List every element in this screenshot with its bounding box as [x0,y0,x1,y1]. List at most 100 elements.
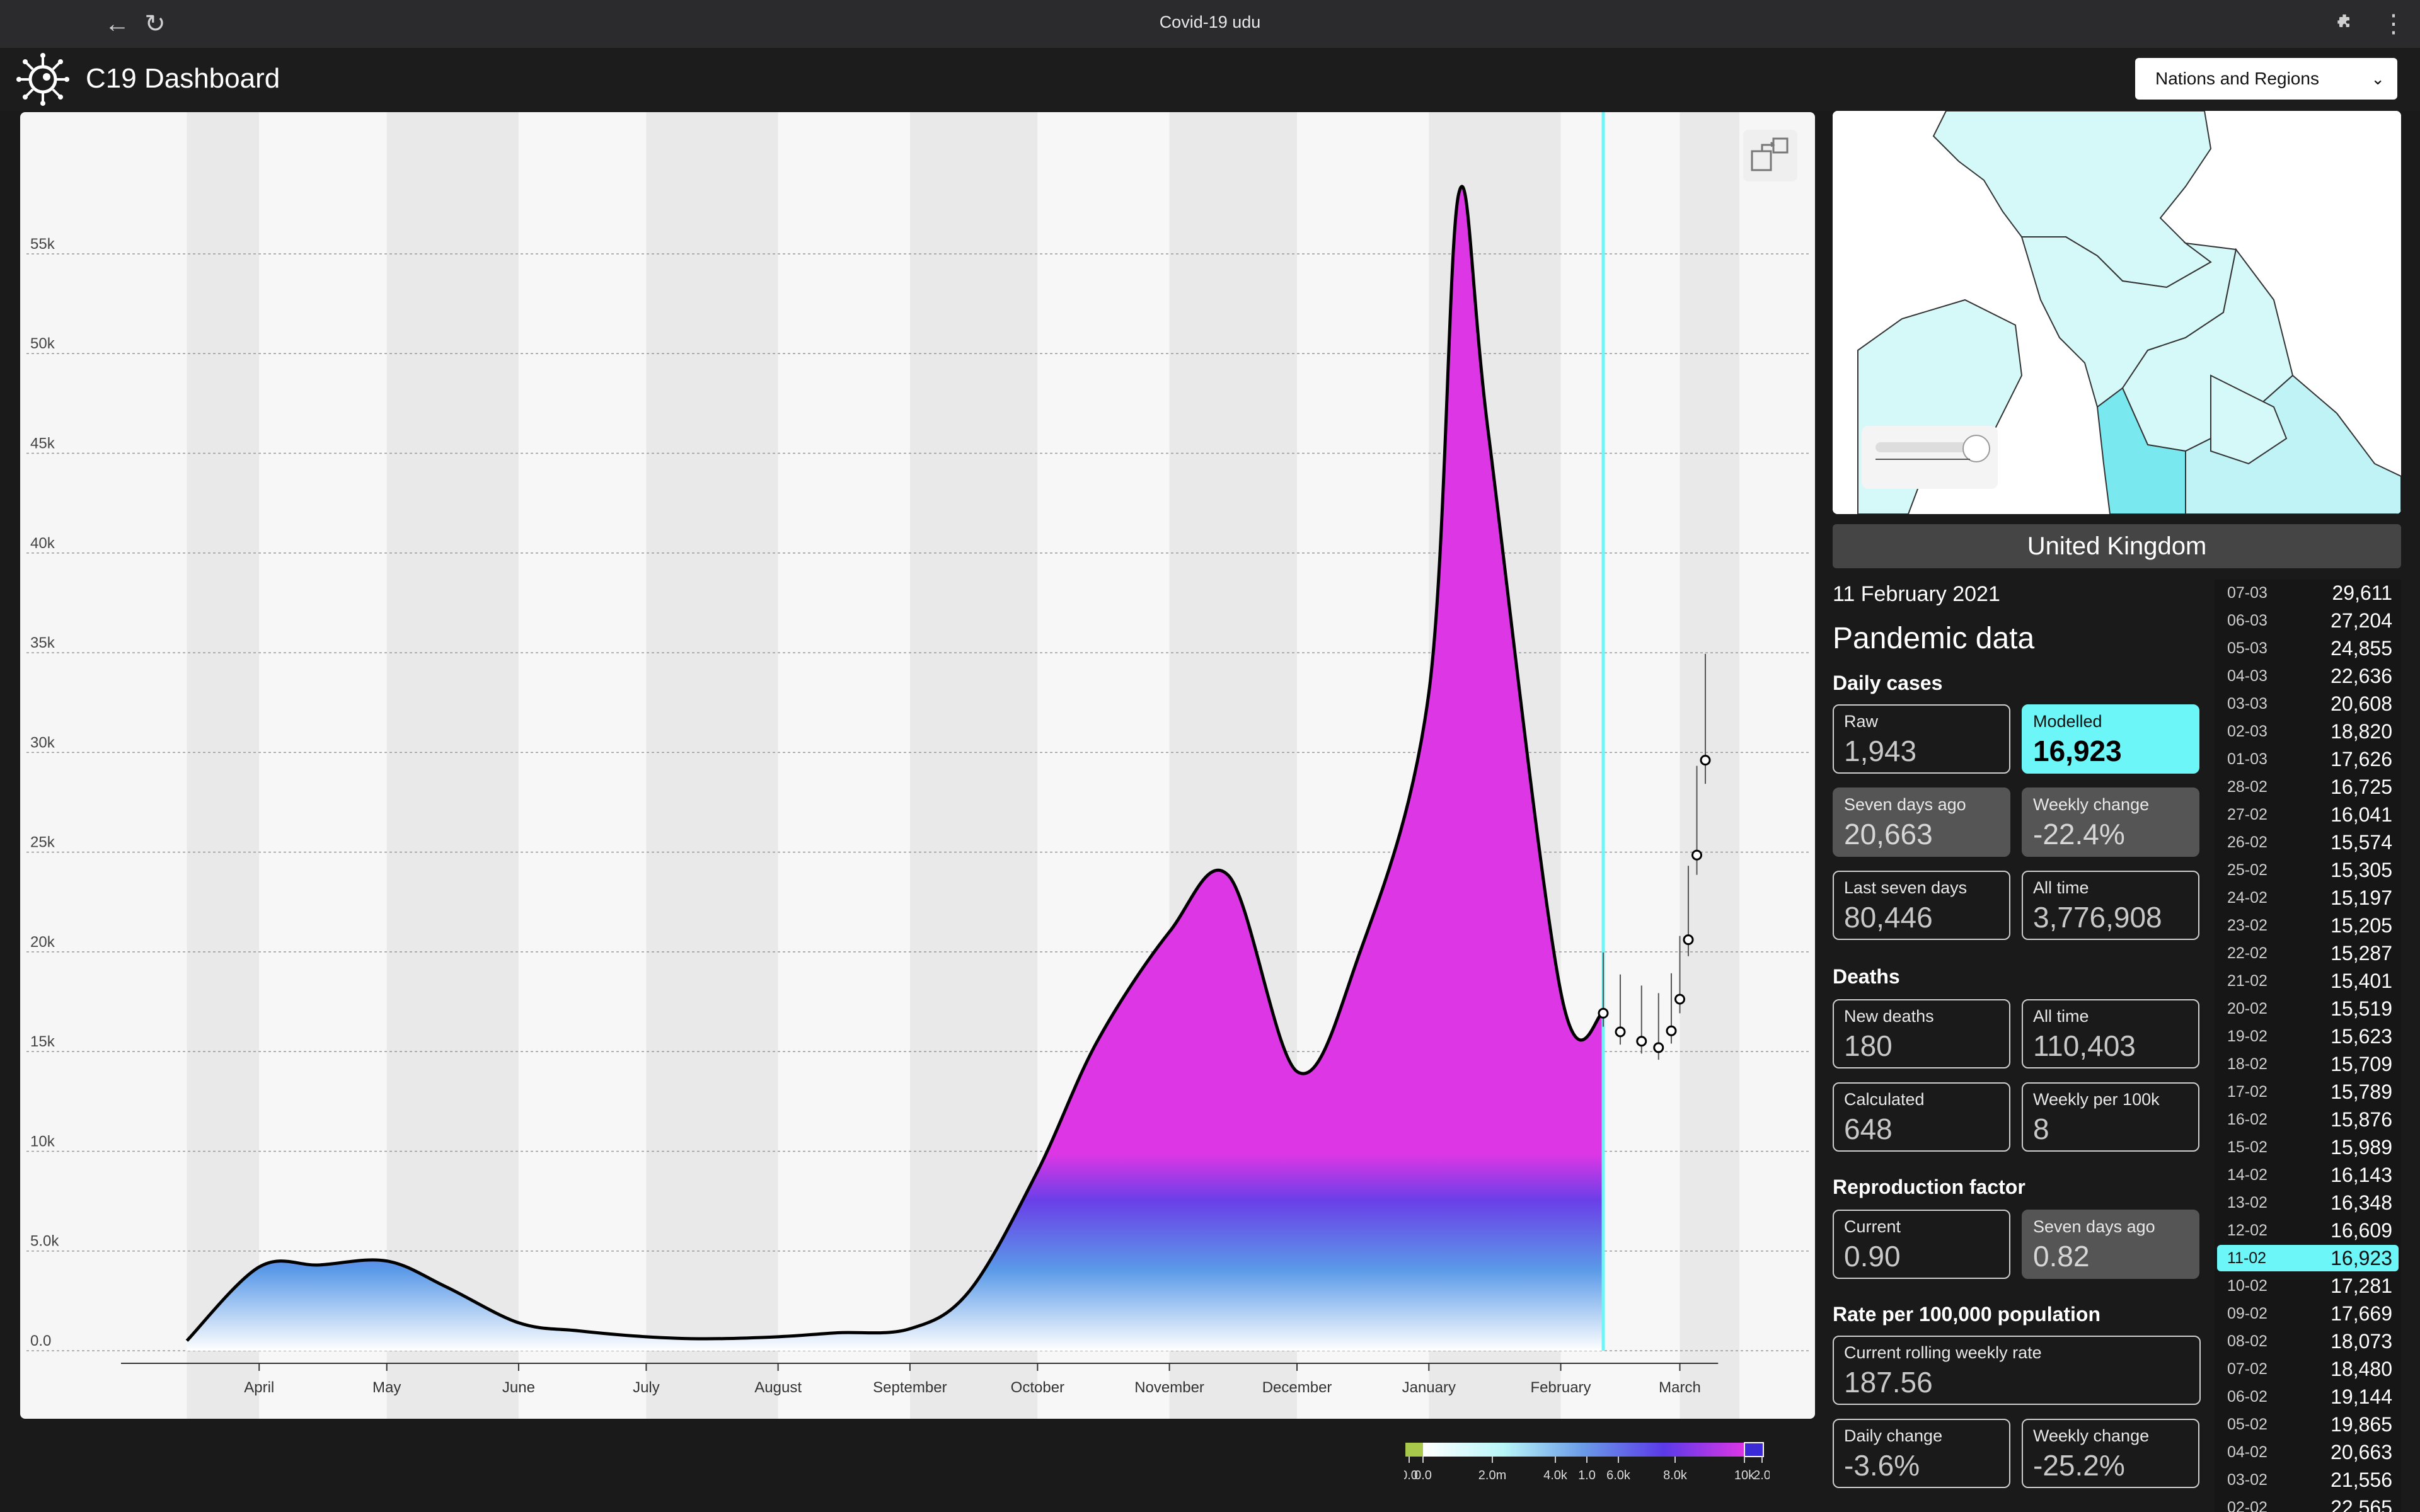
row-value: 15,789 [2331,1080,2392,1103]
uk-map[interactable] [1833,111,2401,514]
table-row[interactable]: 27-02 16,041 [2217,801,2399,828]
daily-values-table[interactable]: 07-03 29,611 06-03 27,204 05-03 24,855 04-03 22… [2215,580,2401,1512]
legend-tick-label: 2.0 [1753,1469,1770,1482]
card-label: Daily change [1844,1426,1943,1445]
browser-toolbar: ← ↻ Covid-19 udu ⋮ [0,0,2420,48]
row-value: 17,669 [2331,1302,2392,1325]
x-tick-label: April [244,1379,274,1396]
projection-point [1598,1007,1609,1019]
row-value: 15,305 [2331,859,2392,881]
y-tick-label: 50k [30,335,55,352]
card-value: 3,776,908 [2033,901,2162,934]
app-header [0,48,2420,111]
table-row[interactable]: 07-03 29,611 [2217,580,2399,606]
row-value: 18,073 [2331,1330,2392,1353]
row-date: 06-03 [2227,612,2267,629]
month-band [1680,112,1739,1419]
table-row[interactable]: 15-02 15,989 [2217,1134,2399,1160]
row-value: 17,281 [2331,1274,2392,1297]
table-row[interactable]: 13-02 16,348 [2217,1189,2399,1216]
rate-heading: Rate per 100,000 population [1833,1303,2101,1326]
row-value: 19,144 [2331,1385,2392,1408]
region-select[interactable]: Nations and Regions ⌄ [2135,58,2397,100]
legend-tick-label: 10k [1734,1469,1755,1482]
table-row[interactable]: 11-02 16,923 [2217,1245,2399,1271]
more-vertical-icon[interactable]: ⋮ [2378,9,2409,39]
chevron-down-icon: ⌄ [2371,69,2385,88]
table-row[interactable]: 20-02 15,519 [2217,995,2399,1022]
card-label: All time [2033,878,2089,897]
table-row[interactable]: 01-03 17,626 [2217,746,2399,772]
row-value: 18,820 [2331,720,2392,743]
row-date: 02-03 [2227,723,2267,740]
app-title: C19 Dashboard [86,63,280,94]
table-row[interactable]: 08-02 18,073 [2217,1328,2399,1354]
table-row[interactable]: 14-02 16,143 [2217,1162,2399,1188]
table-row[interactable]: 05-03 24,855 [2217,635,2399,662]
y-tick-label: 0.0 [30,1332,51,1349]
y-tick-label: 5.0k [30,1233,59,1250]
row-value: 15,197 [2331,886,2392,909]
y-tick-label: 20k [30,934,55,951]
seven-days-ago-r-card: Seven days ago 0.82 [2022,1210,2199,1279]
row-value: 15,876 [2331,1108,2392,1131]
table-row[interactable]: 24-02 15,197 [2217,885,2399,911]
x-tick-label: October [1011,1379,1064,1396]
table-row[interactable]: 18-02 15,709 [2217,1051,2399,1077]
row-date: 03-03 [2227,695,2267,713]
table-row[interactable]: 02-03 18,820 [2217,718,2399,745]
table-row[interactable]: 17-02 15,789 [2217,1079,2399,1105]
row-value: 15,205 [2331,914,2392,937]
card-value: 187.56 [1844,1366,1933,1399]
table-row[interactable]: 06-03 27,204 [2217,607,2399,634]
row-date: 07-02 [2227,1360,2267,1378]
table-row[interactable]: 09-02 17,669 [2217,1300,2399,1327]
table-row[interactable]: 21-02 15,401 [2217,968,2399,994]
card-label: Weekly change [2033,1426,2150,1445]
table-row[interactable]: 02-02 22,565 [2217,1494,2399,1512]
row-date: 21-02 [2227,972,2267,990]
row-value: 15,709 [2331,1053,2392,1075]
month-band [518,112,647,1419]
table-row[interactable]: 22-02 15,287 [2217,940,2399,966]
row-date: 18-02 [2227,1055,2267,1073]
fullscreen-icon[interactable] [1743,130,1797,181]
row-date: 13-02 [2227,1194,2267,1211]
time-slider[interactable] [1862,426,1998,489]
table-row[interactable]: 04-02 20,663 [2217,1439,2399,1465]
row-value: 15,623 [2331,1025,2392,1048]
row-value: 15,519 [2331,997,2392,1020]
x-tick-label: August [754,1379,802,1396]
row-value: 21,556 [2331,1469,2392,1491]
table-row[interactable]: 03-02 21,556 [2217,1467,2399,1493]
selected-date: 11 February 2021 [1833,582,2000,606]
table-row[interactable]: 10-02 17,281 [2217,1273,2399,1299]
month-band [259,112,387,1419]
modelled-cases-card: Modelled 16,923 [2022,704,2199,774]
table-row[interactable]: 05-02 19,865 [2217,1411,2399,1438]
table-row[interactable]: 26-02 15,574 [2217,829,2399,856]
chart-panel[interactable]: 0.0 5.0k 10k 15k 20k 25k 30k 35k 40k 45k 50k 55k Apr… [20,112,1815,1419]
table-row[interactable]: 03-03 20,608 [2217,690,2399,717]
y-tick-label: 45k [30,435,55,452]
table-row[interactable]: 07-02 18,480 [2217,1356,2399,1382]
row-value: 15,574 [2331,831,2392,854]
table-row[interactable]: 04-03 22,636 [2217,663,2399,689]
row-value: 16,348 [2331,1191,2392,1214]
table-row[interactable]: 16-02 15,876 [2217,1106,2399,1133]
month-band [778,112,910,1419]
table-row[interactable]: 12-02 16,609 [2217,1217,2399,1244]
window-title: Covid-19 udu [1159,13,1261,32]
puzzle-icon[interactable] [2329,9,2360,39]
cases-chart[interactable]: 0.0 5.0k 10k 15k 20k 25k 30k 35k 40k 45k 50k 55k Apr… [20,112,1815,1419]
table-row[interactable]: 28-02 16,725 [2217,774,2399,800]
row-date: 20-02 [2227,1000,2267,1017]
table-row[interactable]: 25-02 15,305 [2217,857,2399,883]
table-row[interactable]: 19-02 15,623 [2217,1023,2399,1050]
legend-tick-label: 2.0m [1478,1469,1506,1482]
row-date: 06-02 [2227,1388,2267,1406]
x-tick-label: March [1659,1379,1701,1396]
table-row[interactable]: 23-02 15,205 [2217,912,2399,939]
table-row[interactable]: 06-02 19,144 [2217,1383,2399,1410]
y-tick-label: 30k [30,734,55,751]
